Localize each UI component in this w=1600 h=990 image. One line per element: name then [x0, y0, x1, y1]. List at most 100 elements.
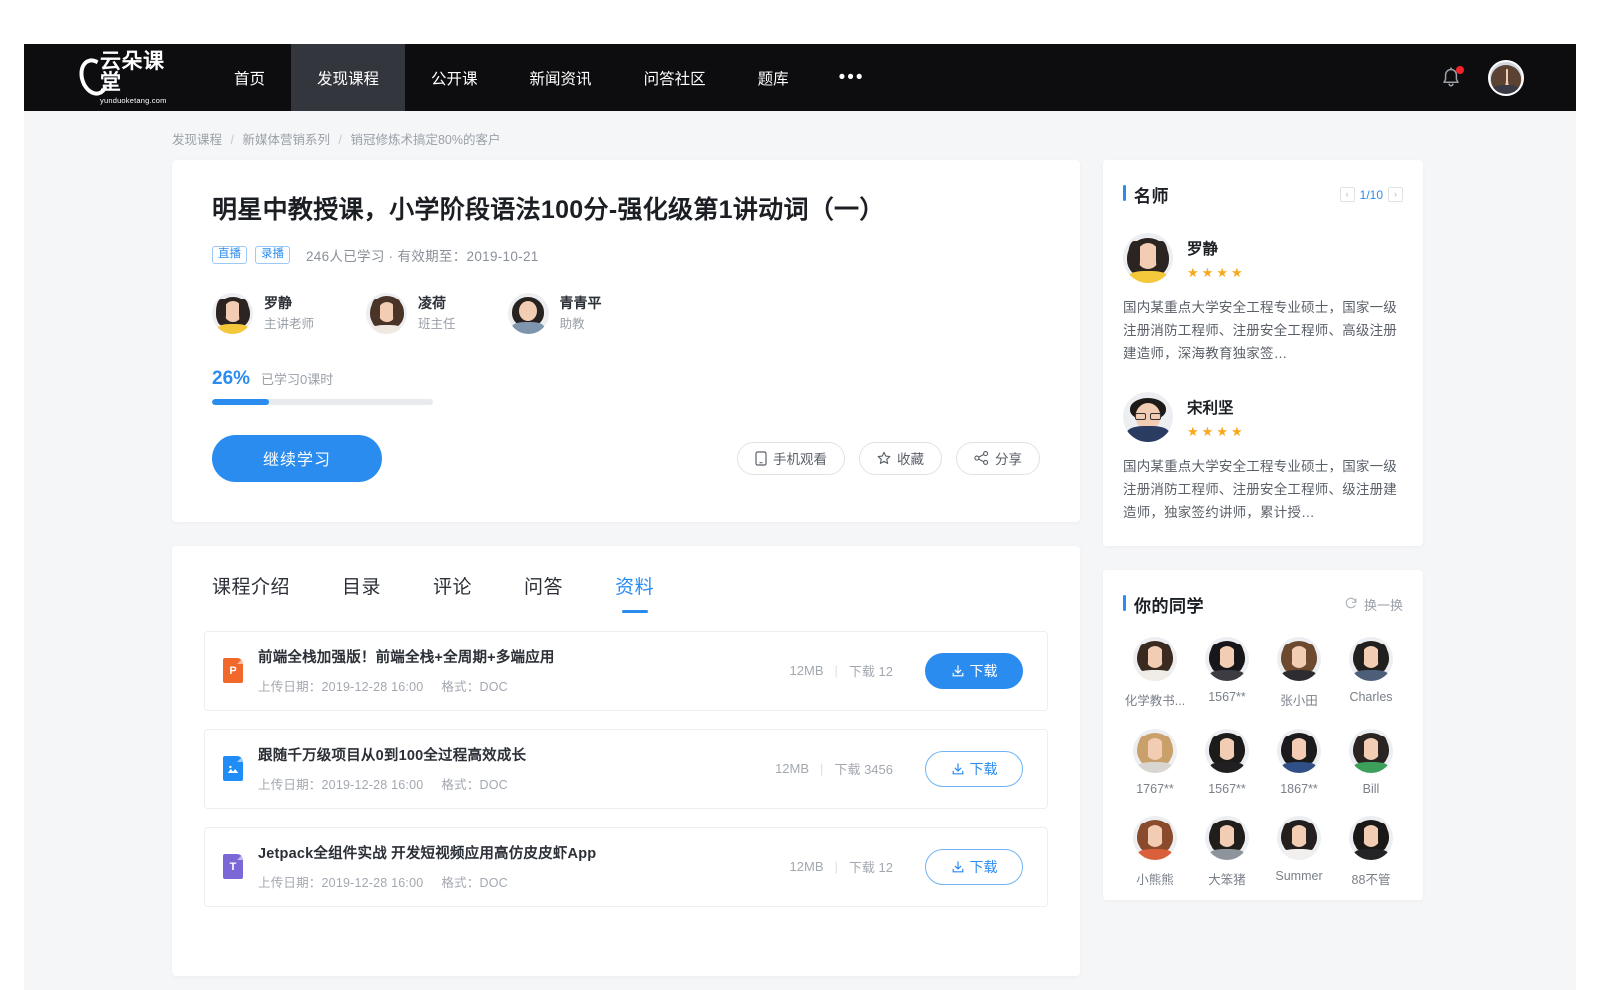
bell-icon[interactable]: [1440, 66, 1462, 90]
famous-teacher-item[interactable]: 罗静 ★★★★ 国内某重点大学安全工程专业硕士，国家一级注册消防工程师、注册安全…: [1123, 217, 1403, 366]
continue-learning-button[interactable]: 继续学习: [212, 435, 382, 482]
breadcrumb-item-2[interactable]: 新媒体营销系列: [242, 133, 330, 147]
stats-divider: |: [835, 663, 838, 678]
page-title: 明星中教授课，小学阶段语法100分-强化级第1讲动词（一）: [212, 194, 1040, 228]
teacher-role: 助教: [560, 315, 602, 333]
file-size: 12MB: [775, 761, 809, 776]
teacher-item[interactable]: 罗静 主讲老师: [212, 293, 314, 334]
mobile-icon: [755, 451, 767, 466]
course-actions: 继续学习 手机观看: [212, 435, 1040, 482]
share-icon: [974, 451, 989, 465]
teacher-name: 罗静: [264, 294, 314, 313]
resource-row[interactable]: P 前端全栈加强版！前端全栈+全周期+多端应用 上传日期：2019-12-28 …: [204, 631, 1048, 711]
download-button[interactable]: 下载: [925, 653, 1023, 689]
pager-next-button[interactable]: ›: [1388, 187, 1403, 202]
classmate-avatar: [1133, 729, 1177, 773]
classmate-avatar: [1277, 729, 1321, 773]
pager-text: 1/10: [1360, 188, 1383, 202]
classmate-item[interactable]: 1567**: [1191, 637, 1263, 709]
format-prefix: 格式：: [441, 876, 479, 890]
classmate-item[interactable]: Charles: [1335, 637, 1407, 709]
classmate-item[interactable]: 1867**: [1263, 729, 1335, 796]
classmate-item[interactable]: 化学教书...: [1119, 637, 1191, 709]
teacher-role: 主讲老师: [264, 315, 314, 333]
teacher-avatar: [212, 293, 253, 334]
download-count-prefix: 下载: [849, 860, 875, 875]
teacher-list: 罗静 主讲老师: [212, 293, 1040, 334]
badge-recorded: 录播: [255, 246, 290, 265]
classmate-avatar: [1133, 637, 1177, 681]
file-icon-letter: T: [230, 861, 237, 873]
nav-item-news[interactable]: 新闻资讯: [504, 44, 618, 111]
classmate-item[interactable]: 1567**: [1191, 729, 1263, 796]
classmate-avatar: [1349, 729, 1393, 773]
nav-right-group: [1440, 44, 1576, 111]
classmate-avatar: [1277, 637, 1321, 681]
tab-materials[interactable]: 资料: [615, 572, 654, 613]
nav-item-discover-courses[interactable]: 发现课程: [291, 44, 405, 111]
resource-row[interactable]: 跟随千万级项目从0到100全过程高效成长 上传日期：2019-12-28 16:…: [204, 729, 1048, 809]
tab-catalog[interactable]: 目录: [342, 572, 381, 613]
classmate-avatar: [1277, 816, 1321, 860]
famous-teacher-avatar: [1123, 233, 1173, 283]
classmate-item[interactable]: Bill: [1335, 729, 1407, 796]
progress-percent: 26%: [212, 368, 250, 390]
star-icon: [877, 451, 891, 465]
teacher-avatar: [366, 293, 407, 334]
classmate-item[interactable]: 小熊熊: [1119, 816, 1191, 888]
logo[interactable]: 云朵课堂 yunduoketang.com: [24, 44, 208, 111]
star-icon: ★: [1216, 266, 1228, 279]
nav-item-open-class[interactable]: 公开课: [405, 44, 504, 111]
classmate-item[interactable]: 大笨猪: [1191, 816, 1263, 888]
resource-row[interactable]: T Jetpack全组件实战 开发短视频应用高仿皮皮虾App 上传日期：2019…: [204, 827, 1048, 907]
refresh-icon: [1344, 596, 1358, 613]
avatar[interactable]: [1488, 60, 1524, 96]
nav-more-button[interactable]: •••: [815, 44, 889, 111]
classmate-name: 大笨猪: [1208, 869, 1246, 888]
teacher-name: 青青平: [560, 294, 602, 313]
star-icon: ★: [1187, 266, 1199, 279]
tab-introduction[interactable]: 课程介绍: [212, 572, 290, 613]
file-size: 12MB: [790, 859, 824, 874]
download-count: 3456: [864, 762, 893, 777]
ppt-file-icon: P: [223, 658, 243, 683]
famous-teacher-item[interactable]: 宋利坚 ★★★★ 国内某重点大学安全工程专业硕士，国家一级注册消防工程师、注册安…: [1123, 366, 1403, 525]
file-icon-letter: P: [229, 665, 236, 677]
download-button[interactable]: 下载: [925, 849, 1023, 885]
classmate-name: 1767**: [1136, 782, 1174, 796]
classmate-item[interactable]: Summer: [1263, 816, 1335, 888]
classmate-avatar: [1133, 816, 1177, 860]
download-icon: [951, 860, 965, 874]
breadcrumb-item-1[interactable]: 发现课程: [172, 133, 222, 147]
classmate-item[interactable]: 1767**: [1119, 729, 1191, 796]
classmate-item[interactable]: 张小田: [1263, 637, 1335, 709]
favorite-button[interactable]: 收藏: [859, 442, 942, 475]
format-prefix: 格式：: [441, 680, 479, 694]
classmates-grid: 化学教书... 1567** 张小田 Charles 1767** 1567**1867*…: [1103, 617, 1423, 900]
course-detail-tabs-card: 课程介绍 目录 评论 问答 资料 P 前端全栈加强: [172, 546, 1080, 976]
stats-divider: |: [820, 761, 823, 776]
badge-live: 直播: [212, 246, 247, 265]
download-button[interactable]: 下载: [925, 751, 1023, 787]
format-value: DOC: [480, 680, 508, 694]
format-prefix: 格式：: [441, 778, 479, 792]
nav-item-qa-community[interactable]: 问答社区: [618, 44, 732, 111]
sidebar: 名师 ‹ 1/10 ›: [1103, 160, 1423, 900]
tab-qa[interactable]: 问答: [524, 572, 563, 613]
classmate-avatar: [1205, 816, 1249, 860]
rating-stars: ★★★★: [1187, 266, 1243, 279]
classmate-name: 张小田: [1280, 690, 1318, 709]
famous-teachers-panel: 名师 ‹ 1/10 ›: [1103, 160, 1423, 546]
pager-prev-button[interactable]: ‹: [1340, 187, 1355, 202]
teacher-item[interactable]: 凌荷 班主任: [366, 293, 456, 334]
mobile-watch-button[interactable]: 手机观看: [737, 442, 845, 475]
nav-item-question-bank[interactable]: 题库: [732, 44, 815, 111]
download-label: 下载: [970, 857, 998, 877]
classmate-name: 化学教书...: [1125, 690, 1185, 709]
share-button[interactable]: 分享: [956, 442, 1040, 475]
classmate-item[interactable]: 88不管: [1335, 816, 1407, 888]
nav-item-home[interactable]: 首页: [208, 44, 291, 111]
tab-comments[interactable]: 评论: [433, 572, 472, 613]
refresh-classmates-button[interactable]: 换一换: [1344, 595, 1403, 614]
teacher-item[interactable]: 青青平 助教: [508, 293, 602, 334]
